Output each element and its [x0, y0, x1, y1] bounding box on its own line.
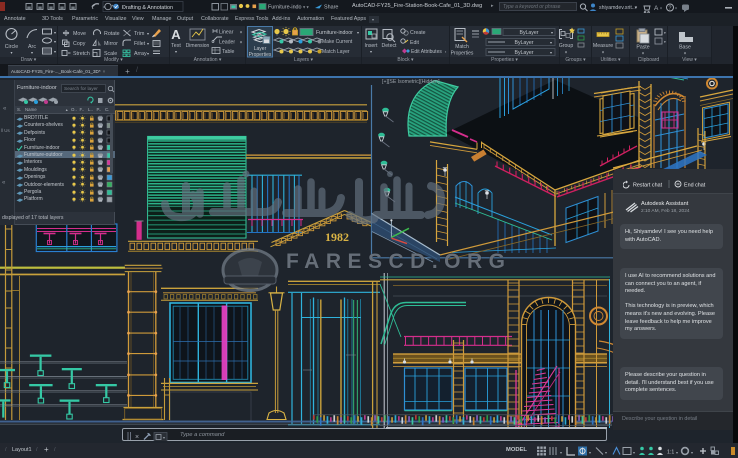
svg-text:▾: ▾	[240, 40, 242, 45]
svg-text:▾: ▾	[31, 50, 33, 55]
svg-text:Measure: Measure	[593, 43, 613, 49]
svg-text:▾: ▾	[565, 50, 567, 55]
svg-text:▾: ▾	[560, 450, 562, 455]
svg-text:▾: ▾	[633, 450, 635, 455]
svg-text:A: A	[654, 5, 659, 12]
svg-text:Linear: Linear	[219, 30, 234, 36]
svg-text:▾: ▾	[370, 49, 372, 54]
svg-text:Match Layer: Match Layer	[322, 49, 350, 55]
svg-text:Array: Array	[134, 51, 147, 57]
svg-text:Drafting & Annotation: Drafting & Annotation	[122, 5, 173, 11]
svg-text:▾: ▾	[54, 39, 56, 44]
svg-text:Properties: Properties	[249, 52, 272, 58]
svg-text:Group: Group	[559, 43, 574, 49]
svg-text:▾: ▾	[660, 6, 662, 11]
svg-text:Rotate: Rotate	[104, 31, 120, 37]
svg-text:Properties: Properties	[451, 51, 474, 57]
svg-text:Share: Share	[324, 5, 338, 11]
svg-text:Mirror: Mirror	[104, 41, 118, 47]
svg-text:▾: ▾	[691, 450, 693, 455]
svg-text:End chat: End chat	[684, 183, 706, 189]
svg-text:▾: ▾	[676, 450, 678, 455]
svg-text:▾: ▾	[240, 30, 242, 35]
svg-text:1:1: 1:1	[667, 450, 674, 456]
svg-text:▾: ▾	[147, 51, 149, 56]
svg-text:Create: Create	[410, 30, 426, 36]
svg-text:Fillet: Fillet	[134, 41, 146, 47]
svg-text:Make Current: Make Current	[322, 39, 353, 45]
svg-text:▾: ▾	[664, 31, 666, 35]
svg-text:▾: ▾	[54, 49, 56, 54]
svg-text:shiyamdev.srit..▾: shiyamdev.srit..▾	[599, 5, 638, 11]
svg-text:▾: ▾	[589, 450, 591, 455]
svg-text:▾: ▾	[602, 50, 604, 55]
svg-text:Leader: Leader	[219, 40, 235, 46]
svg-text:Match: Match	[455, 44, 469, 50]
svg-text:▾: ▾	[54, 30, 56, 35]
svg-text:Edit: Edit	[410, 40, 419, 46]
svg-text:Furniture-indoor: Furniture-indoor	[316, 30, 353, 36]
svg-text:?: ?	[668, 6, 671, 12]
svg-text:Dimension: Dimension	[186, 43, 210, 49]
svg-text:▾: ▾	[675, 6, 677, 11]
svg-text:Trim: Trim	[134, 31, 145, 37]
svg-text:▾: ▾	[163, 435, 165, 440]
svg-text:▾: ▾	[147, 41, 149, 46]
svg-text:▾: ▾	[684, 51, 686, 56]
svg-text:Detect: Detect	[382, 43, 398, 49]
svg-text:▾: ▾	[550, 40, 552, 45]
svg-text:▪: ▪	[445, 50, 446, 54]
svg-text:▾ ▾: ▾ ▾	[303, 5, 310, 10]
svg-text:▾: ▾	[664, 40, 666, 44]
svg-text:▾: ▾	[550, 50, 552, 55]
svg-text:▾: ▾	[147, 31, 149, 36]
svg-text:▾: ▾	[551, 30, 553, 35]
svg-text:Copy: Copy	[73, 41, 86, 47]
svg-text:Scale: Scale	[104, 51, 117, 57]
svg-text:1982: 1982	[325, 230, 349, 244]
svg-text:▾: ▾	[175, 49, 177, 54]
svg-text:A: A	[171, 27, 181, 42]
svg-text:ByLayer: ByLayer	[519, 30, 538, 36]
svg-text:▾: ▾	[357, 30, 359, 35]
svg-text:Move: Move	[73, 31, 86, 37]
svg-text:Edit Attributes: Edit Attributes	[411, 49, 442, 55]
svg-text:Table: Table	[222, 49, 235, 55]
svg-text:▾: ▾	[10, 50, 12, 55]
svg-text:ByLayer: ByLayer	[514, 50, 533, 56]
svg-text:Stretch: Stretch	[73, 51, 90, 57]
svg-text:Furniture-indo: Furniture-indo	[268, 5, 302, 11]
svg-text:▾: ▾	[642, 51, 644, 56]
svg-text:×: ×	[135, 434, 139, 441]
svg-text:Restart chat: Restart chat	[633, 183, 663, 189]
svg-text:ByLayer: ByLayer	[514, 40, 533, 46]
svg-text:▾: ▾	[605, 450, 607, 455]
